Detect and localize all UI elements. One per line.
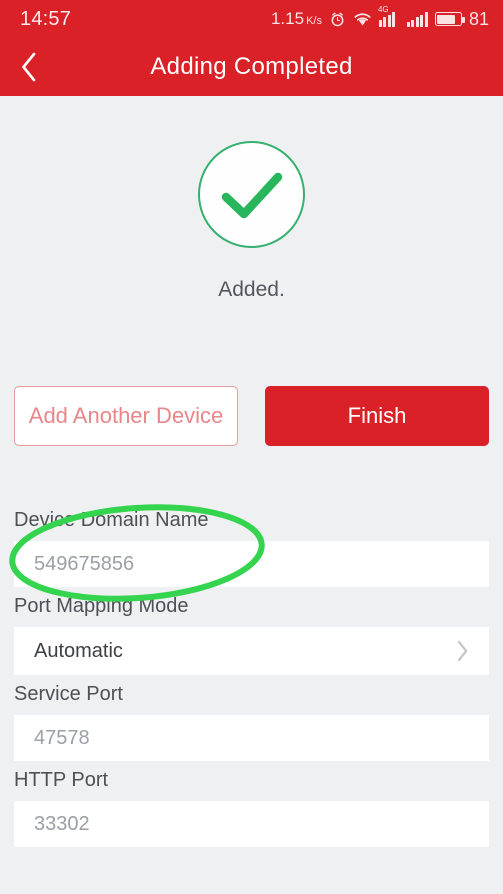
add-another-device-button[interactable]: Add Another Device: [14, 386, 238, 446]
battery-icon: [434, 12, 465, 26]
network-speed-unit: K/s: [306, 15, 322, 27]
back-button[interactable]: [0, 38, 58, 96]
field-service-port: Service Port 47578: [0, 675, 503, 761]
status-bar-clock: 14:57: [20, 7, 72, 30]
field-label: Port Mapping Mode: [14, 595, 189, 617]
device-settings-form: Device Domain Name 549675856 Port Mappin…: [0, 501, 503, 847]
page-content: Added. Add Another Device Finish Device …: [0, 96, 503, 894]
network-speed-indicator: 1.15 K/s: [271, 9, 322, 29]
phone-screen: 14:57 1.15 K/s 4G 81 Adding Completed Ad…: [0, 0, 503, 894]
success-block: Added.: [0, 141, 503, 302]
field-label: Device Domain Name: [14, 509, 209, 531]
field-port-mapping-mode: Port Mapping Mode Automatic: [0, 587, 503, 675]
field-value: 549675856: [34, 552, 135, 575]
status-bar-indicators: 1.15 K/s 4G 81: [271, 5, 489, 30]
http-port-input[interactable]: 33302: [14, 801, 489, 847]
chevron-right-icon: [457, 640, 468, 662]
field-device-domain-name: Device Domain Name 549675856: [0, 501, 503, 587]
port-mapping-mode-select[interactable]: Automatic: [14, 627, 489, 675]
network-type-label: 4G: [377, 4, 389, 14]
field-value: Automatic: [34, 639, 123, 662]
field-label: HTTP Port: [14, 769, 109, 791]
field-value: 33302: [34, 812, 90, 835]
network-speed-value: 1.15: [270, 9, 305, 28]
field-value: 47578: [34, 726, 90, 749]
alarm-clock-icon: [331, 11, 344, 26]
battery-percentage: 81: [468, 8, 489, 29]
cellular-signal-icon-2: [406, 11, 428, 27]
wifi-icon: [354, 13, 371, 26]
finish-button[interactable]: Finish: [265, 386, 489, 446]
device-domain-name-input[interactable]: 549675856: [14, 541, 489, 587]
checkmark-icon: [221, 172, 282, 218]
app-header: Adding Completed: [0, 38, 503, 96]
field-http-port: HTTP Port 33302: [0, 761, 503, 847]
cellular-signal-icon-1: 4G: [378, 5, 400, 27]
success-message: Added.: [218, 278, 285, 301]
status-bar: 14:57 1.15 K/s 4G 81: [0, 0, 503, 38]
chevron-left-icon: [22, 52, 36, 82]
action-button-row: Add Another Device Finish: [0, 386, 503, 446]
page-title: Adding Completed: [150, 53, 353, 80]
service-port-input[interactable]: 47578: [14, 715, 489, 761]
checkmark-circle-icon: [198, 141, 305, 248]
field-label: Service Port: [14, 683, 123, 705]
